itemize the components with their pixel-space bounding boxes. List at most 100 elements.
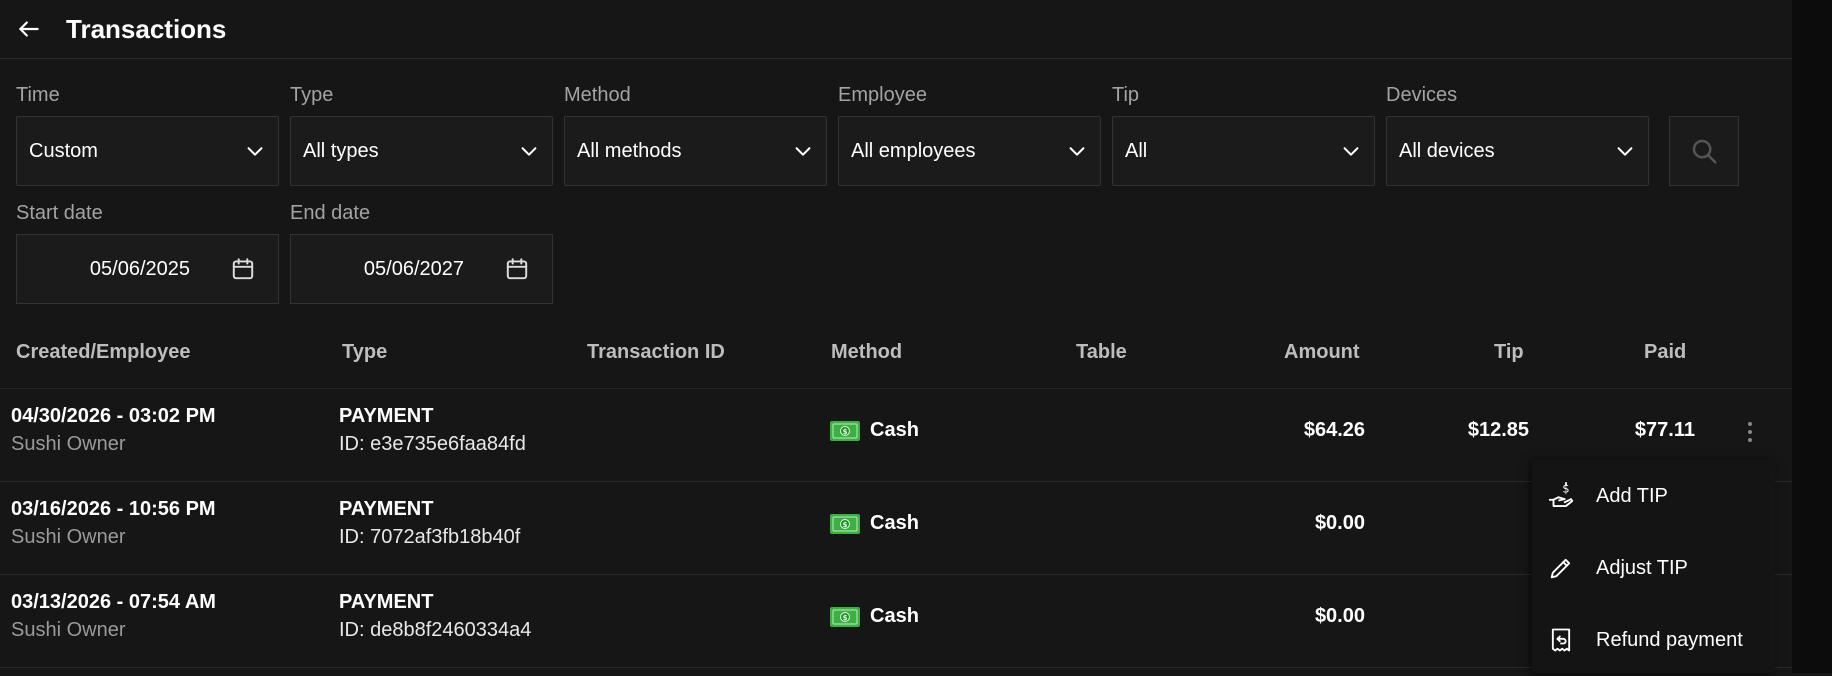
table-row[interactable]: 03/13/2026 - 07:54 AM Sushi Owner PAYMEN… bbox=[0, 575, 1792, 668]
svg-text:$: $ bbox=[843, 428, 848, 436]
start-date-label: Start date bbox=[16, 202, 103, 224]
table-row[interactable]: 04/30/2026 - 03:02 PM Sushi Owner PAYMEN… bbox=[0, 389, 1792, 482]
add-tip-label: Add TIP bbox=[1596, 484, 1668, 507]
amount-value: $64.26 bbox=[1303, 419, 1365, 441]
filter-employee-select[interactable]: All employees bbox=[838, 116, 1101, 186]
arrow-left-icon bbox=[19, 21, 39, 37]
menu-item-add-tip[interactable]: $ Add TIP bbox=[1532, 460, 1775, 532]
transaction-id: ID: 7072af3fb18b40f bbox=[339, 526, 521, 548]
filter-devices-label: Devices bbox=[1386, 84, 1458, 106]
transaction-type: PAYMENT bbox=[339, 405, 434, 427]
filter-tip-value: All bbox=[1125, 139, 1148, 162]
chevron-down-icon bbox=[1069, 147, 1085, 156]
filter-devices: Devices All devices bbox=[1386, 82, 1649, 186]
filter-employee: Employee All employees bbox=[838, 82, 1101, 186]
filter-method-value: All methods bbox=[577, 139, 682, 162]
chevron-down-icon bbox=[795, 147, 811, 156]
transactions-page: Transactions Time Custom Type All types … bbox=[0, 0, 1792, 673]
table-header: Created/Employee Type Transaction ID Met… bbox=[0, 332, 1792, 389]
column-type[interactable]: Type bbox=[342, 332, 387, 372]
refund-payment-label: Refund payment bbox=[1596, 628, 1743, 651]
filter-method-label: Method bbox=[564, 84, 631, 106]
menu-item-adjust-tip[interactable]: Adjust TIP bbox=[1532, 532, 1775, 604]
filter-time-value: Custom bbox=[29, 139, 98, 162]
method-cell: $ Cash bbox=[830, 512, 919, 535]
filter-type-select[interactable]: All types bbox=[290, 116, 553, 186]
transaction-type: PAYMENT bbox=[339, 498, 434, 520]
column-created[interactable]: Created/Employee bbox=[16, 332, 191, 372]
filter-employee-label: Employee bbox=[838, 84, 927, 106]
column-table[interactable]: Table bbox=[1076, 332, 1127, 372]
type-cell: PAYMENT ID: de8b8f2460334a4 bbox=[339, 591, 531, 642]
hand-dollar-icon: $ bbox=[1544, 479, 1578, 513]
page-header: Transactions bbox=[0, 0, 1792, 59]
page-title: Transactions bbox=[66, 13, 227, 44]
transaction-type: PAYMENT bbox=[339, 591, 434, 613]
column-method[interactable]: Method bbox=[831, 332, 902, 372]
created-date: 04/30/2026 - 03:02 PM bbox=[11, 405, 216, 427]
method-cell: $ Cash bbox=[830, 419, 919, 442]
filter-method: Method All methods bbox=[564, 82, 827, 186]
filter-devices-value: All devices bbox=[1399, 139, 1495, 162]
pencil-icon bbox=[1544, 551, 1578, 585]
chevron-down-icon bbox=[1343, 147, 1359, 156]
cash-icon: $ bbox=[830, 606, 860, 627]
type-cell: PAYMENT ID: e3e735e6faa84fd bbox=[339, 405, 526, 456]
filter-panel: Time Custom Type All types Method All me… bbox=[16, 82, 1776, 304]
search-button[interactable] bbox=[1669, 116, 1739, 186]
menu-item-refund-payment[interactable]: Refund payment bbox=[1532, 604, 1775, 676]
calendar-icon bbox=[506, 258, 528, 280]
method-label: Cash bbox=[870, 419, 919, 441]
start-date-value: 05/06/2025 bbox=[89, 257, 190, 280]
filter-time-label: Time bbox=[16, 84, 60, 106]
table-row[interactable]: 03/16/2026 - 10:56 PM Sushi Owner PAYMEN… bbox=[0, 482, 1792, 575]
adjust-tip-label: Adjust TIP bbox=[1596, 556, 1688, 579]
created-cell: 03/13/2026 - 07:54 AM Sushi Owner bbox=[11, 591, 216, 642]
end-date-label: End date bbox=[290, 202, 371, 224]
filter-type-label: Type bbox=[290, 84, 334, 106]
cash-icon: $ bbox=[830, 420, 860, 441]
column-amount[interactable]: Amount bbox=[1284, 332, 1360, 372]
chevron-down-icon bbox=[521, 147, 537, 156]
right-gutter bbox=[1792, 0, 1832, 673]
column-tip[interactable]: Tip bbox=[1494, 332, 1524, 372]
chevron-down-icon bbox=[247, 147, 263, 156]
transaction-id: ID: de8b8f2460334a4 bbox=[339, 619, 532, 641]
filter-time: Time Custom bbox=[16, 82, 279, 186]
tip-value: $12.85 bbox=[1467, 419, 1529, 441]
created-cell: 04/30/2026 - 03:02 PM Sushi Owner bbox=[11, 405, 216, 456]
transaction-id: ID: e3e735e6faa84fd bbox=[339, 433, 526, 455]
filter-devices-select[interactable]: All devices bbox=[1386, 116, 1649, 186]
created-date: 03/16/2026 - 10:56 PM bbox=[11, 498, 216, 520]
chevron-down-icon bbox=[1617, 147, 1633, 156]
amount-value: $0.00 bbox=[1314, 605, 1365, 627]
filter-type: Type All types bbox=[290, 82, 553, 186]
type-cell: PAYMENT ID: 7072af3fb18b40f bbox=[339, 498, 520, 549]
employee-name: Sushi Owner bbox=[11, 433, 126, 455]
filter-type-value: All types bbox=[303, 139, 379, 162]
receipt-refund-icon bbox=[1544, 623, 1578, 657]
back-button[interactable] bbox=[14, 14, 44, 44]
cash-icon: $ bbox=[830, 513, 860, 534]
end-date-value: 05/06/2027 bbox=[363, 257, 464, 280]
method-cell: $ Cash bbox=[830, 605, 919, 628]
start-date-field[interactable]: 05/06/2025 bbox=[16, 234, 279, 304]
more-options-icon[interactable] bbox=[1741, 417, 1759, 447]
row-context-menu: $ Add TIP Adjust TIP Refund payment bbox=[1532, 460, 1775, 673]
filter-method-select[interactable]: All methods bbox=[564, 116, 827, 186]
employee-name: Sushi Owner bbox=[11, 526, 126, 548]
filter-employee-value: All employees bbox=[851, 139, 976, 162]
employee-name: Sushi Owner bbox=[11, 619, 126, 641]
filter-tip-select[interactable]: All bbox=[1112, 116, 1375, 186]
column-transaction-id[interactable]: Transaction ID bbox=[587, 332, 725, 372]
svg-text:$: $ bbox=[843, 614, 848, 622]
filter-time-select[interactable]: Custom bbox=[16, 116, 279, 186]
calendar-icon bbox=[232, 258, 254, 280]
created-cell: 03/16/2026 - 10:56 PM Sushi Owner bbox=[11, 498, 216, 549]
end-date-field[interactable]: 05/06/2027 bbox=[290, 234, 553, 304]
method-label: Cash bbox=[870, 605, 919, 627]
filter-tip: Tip All bbox=[1112, 82, 1375, 186]
method-label: Cash bbox=[870, 512, 919, 534]
amount-value: $0.00 bbox=[1314, 512, 1365, 534]
column-paid[interactable]: Paid bbox=[1644, 332, 1686, 372]
